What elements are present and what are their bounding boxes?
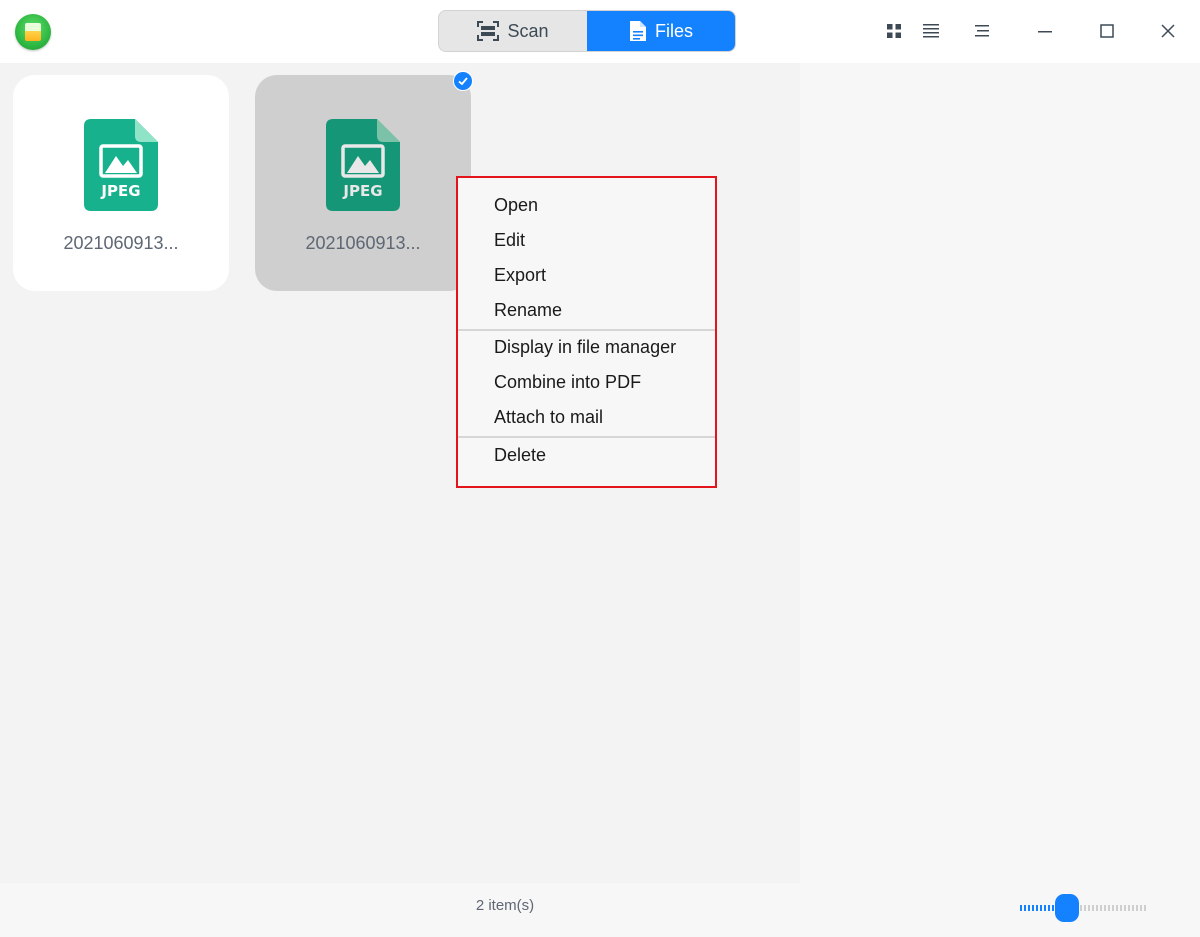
scan-tab-label: Scan bbox=[507, 20, 549, 41]
selected-check-icon bbox=[453, 71, 473, 91]
zoom-slider-thumb[interactable] bbox=[1055, 894, 1079, 922]
scanner-app-icon bbox=[15, 14, 51, 50]
zoom-slider-fill bbox=[1020, 905, 1060, 911]
file-name: 2021060913... bbox=[305, 233, 421, 253]
files-tab[interactable]: Files bbox=[587, 11, 735, 51]
menu-item-edit[interactable]: Edit bbox=[494, 225, 525, 255]
menu-item-export[interactable]: Export bbox=[494, 260, 546, 290]
close-icon[interactable] bbox=[1157, 20, 1179, 42]
file-card[interactable]: JPEG 2021060913... bbox=[13, 75, 229, 291]
file-icon bbox=[629, 21, 646, 41]
jpeg-file-icon: JPEG bbox=[84, 119, 158, 211]
grid-view-icon[interactable] bbox=[883, 20, 905, 42]
maximize-icon[interactable] bbox=[1096, 20, 1118, 42]
title-bar: Scan Files bbox=[0, 0, 1200, 63]
menu-item-attach-to-mail[interactable]: Attach to mail bbox=[494, 402, 603, 432]
files-tab-label: Files bbox=[654, 20, 693, 41]
menu-separator bbox=[458, 436, 715, 438]
menu-icon[interactable] bbox=[971, 20, 993, 42]
scan-tab[interactable]: Scan bbox=[439, 11, 587, 51]
jpeg-type-label: JPEG bbox=[342, 182, 382, 200]
scan-icon bbox=[477, 21, 500, 41]
file-card-selected[interactable]: JPEG 2021060913... bbox=[255, 75, 471, 291]
menu-item-rename[interactable]: Rename bbox=[494, 295, 562, 325]
item-count: 2 item(s) bbox=[475, 897, 535, 914]
jpeg-file-icon: JPEG bbox=[326, 119, 400, 211]
file-name: 2021060913... bbox=[63, 233, 179, 253]
mode-switch: Scan Files bbox=[438, 10, 736, 52]
menu-item-combine-into-pdf[interactable]: Combine into PDF bbox=[494, 367, 641, 397]
minimize-icon[interactable] bbox=[1034, 20, 1056, 42]
menu-item-display-in-file-manager[interactable]: Display in file manager bbox=[494, 332, 676, 362]
menu-item-open[interactable]: Open bbox=[494, 190, 538, 220]
context-menu: Open Edit Export Rename Display in file … bbox=[456, 176, 717, 488]
jpeg-type-label: JPEG bbox=[100, 182, 140, 200]
menu-separator bbox=[458, 329, 715, 331]
zoom-slider[interactable] bbox=[1018, 894, 1148, 922]
zoom-slider-track bbox=[1076, 905, 1146, 911]
list-view-icon[interactable] bbox=[920, 20, 942, 42]
menu-item-delete[interactable]: Delete bbox=[494, 440, 546, 470]
